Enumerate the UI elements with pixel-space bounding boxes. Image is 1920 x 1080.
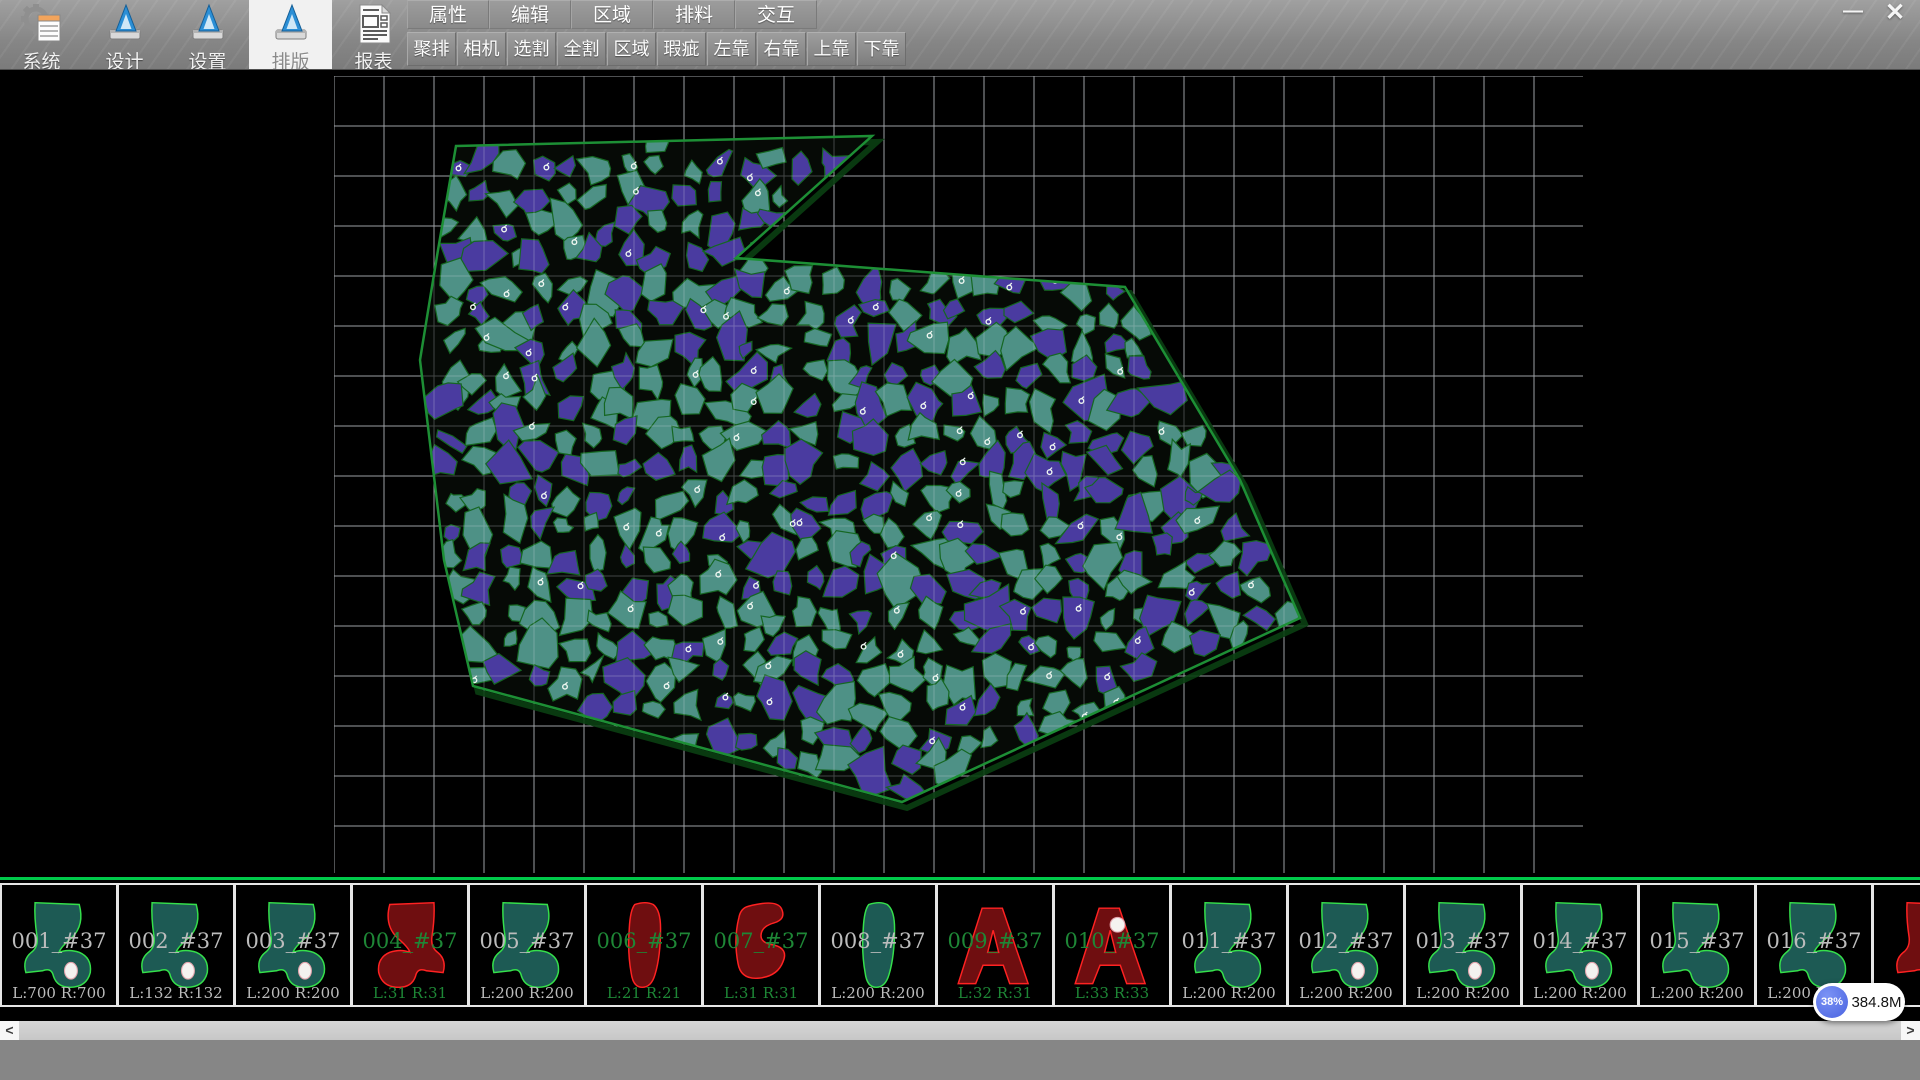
piece-thumbnail[interactable]: 004_#37 L:31 R:31 <box>351 883 469 1007</box>
horizontal-scrollbar: < > <box>0 1021 1920 1040</box>
nav-item[interactable]: 系统 <box>0 0 83 70</box>
menu-tab[interactable]: 编辑 <box>489 0 571 29</box>
piece-count-label: L:21 R:21 <box>587 984 701 1002</box>
piece-thumbnail[interactable]: 001_#37 L:700 R:700 <box>0 883 118 1007</box>
piece-count-label: L:700 R:700 <box>2 984 116 1002</box>
piece-thumbnail[interactable]: 009_#37 L:32 R:31 <box>936 883 1054 1007</box>
nesting-canvas[interactable] <box>334 76 1583 873</box>
piece-label: 014_#37 <box>1523 929 1637 953</box>
report-icon <box>352 3 396 45</box>
set-square-icon <box>186 3 230 45</box>
piece-label: 007_#37 <box>704 929 818 953</box>
scroll-right-button[interactable]: > <box>1901 1021 1920 1040</box>
thumbnail-separator-line <box>0 877 1920 880</box>
piece-label: 004_#37 <box>353 929 467 953</box>
tool-button-bar: 聚排 相机 选割 全割 区域 瑕疵 左靠 右靠 上靠 下靠 <box>407 32 907 68</box>
menu-tab[interactable]: 属性 <box>407 0 489 29</box>
piece-count-label: L:132 R:132 <box>119 984 233 1002</box>
piece-label: 008_#37 <box>821 929 935 953</box>
piece-label: 001_#37 <box>2 929 116 953</box>
piece-count-label: L:200 R:200 <box>821 984 935 1002</box>
nav-item[interactable]: 设计 <box>83 0 166 70</box>
window-bottom-edge <box>0 1040 1920 1080</box>
piece-thumbnail[interactable]: 010_#37 L:33 R:33 <box>1053 883 1171 1007</box>
piece-label: 003_#37 <box>236 929 350 953</box>
nav-item-label: 报表 <box>354 47 392 70</box>
set-square-icon <box>103 3 147 45</box>
tool-button[interactable]: 左靠 <box>707 32 756 66</box>
nav-item-label: 设置 <box>188 47 226 70</box>
piece-label: 013_#37 <box>1406 929 1520 953</box>
piece-count-label: L:33 R:33 <box>1055 984 1169 1002</box>
tool-button[interactable]: 瑕疵 <box>657 32 706 66</box>
piece-count-label: L:200 R:200 <box>1640 984 1754 1002</box>
piece-label: 002_#37 <box>119 929 233 953</box>
piece-thumbnail[interactable]: 014_#37 L:200 R:200 <box>1521 883 1639 1007</box>
piece-label: 011_#37 <box>1172 929 1286 953</box>
tool-button[interactable]: 区域 <box>607 32 656 66</box>
piece-thumbnail[interactable]: 005_#37 L:200 R:200 <box>468 883 586 1007</box>
piece-count-label: L:32 R:31 <box>938 984 1052 1002</box>
piece-label: 010_#37 <box>1055 929 1169 953</box>
tool-button[interactable]: 右靠 <box>757 32 806 66</box>
nesting-workspace[interactable] <box>0 71 1920 877</box>
piece-thumbnail[interactable]: 012_#37 L:200 R:200 <box>1287 883 1405 1007</box>
status-badge: 38% 384.8M <box>1813 983 1905 1021</box>
piece-label: 015_#37 <box>1640 929 1754 953</box>
piece-thumbnail[interactable]: 008_#37 L:200 R:200 <box>819 883 937 1007</box>
system-gear-icon <box>20 3 64 45</box>
piece-count-label: L:200 R:200 <box>236 984 350 1002</box>
scroll-left-button[interactable]: < <box>0 1021 19 1040</box>
piece-count-label: L:200 R:200 <box>470 984 584 1002</box>
window-controls: — ✕ <box>1836 1 1914 27</box>
nav-item[interactable]: 设置 <box>166 0 249 70</box>
piece-thumbnail[interactable]: 015_#37 L:200 R:200 <box>1638 883 1756 1007</box>
piece-thumbnail[interactable]: 002_#37 L:132 R:132 <box>117 883 235 1007</box>
tool-button[interactable]: 聚排 <box>407 32 456 66</box>
piece-thumbnail[interactable]: 011_#37 L:200 R:200 <box>1170 883 1288 1007</box>
set-square-icon <box>269 3 313 45</box>
piece-thumbnail[interactable]: 006_#37 L:21 R:21 <box>585 883 703 1007</box>
piece-label: 012_#37 <box>1289 929 1403 953</box>
nav-item-label: 排版 <box>271 47 309 70</box>
application-window: 系统 设计 设置 <box>0 0 1920 1080</box>
piece-count-label: L:200 R:200 <box>1406 984 1520 1002</box>
tool-button[interactable]: 选割 <box>507 32 556 66</box>
piece-thumbnail[interactable]: 013_#37 L:200 R:200 <box>1404 883 1522 1007</box>
scrollbar-track[interactable] <box>19 1021 1901 1040</box>
minimize-button[interactable]: — <box>1836 1 1870 25</box>
piece-count-label: L:31 R:31 <box>704 984 818 1002</box>
piece-label: 016_#37 <box>1757 929 1871 953</box>
titlebar: 系统 设计 设置 <box>0 0 1920 70</box>
tool-button[interactable]: 下靠 <box>857 32 906 66</box>
tool-button[interactable]: 相机 <box>457 32 506 66</box>
nav-item-label: 系统 <box>22 47 60 70</box>
piece-count-label: L:200 R:200 <box>1523 984 1637 1002</box>
piece-thumbnail[interactable]: 003_#37 L:200 R:200 <box>234 883 352 1007</box>
main-nav-toolbar: 系统 设计 设置 <box>0 0 415 70</box>
piece-label: 005_#37 <box>470 929 584 953</box>
memory-value: 384.8M <box>1848 994 1905 1011</box>
piece-label: 009_#37 <box>938 929 1052 953</box>
piece-count-label: L:200 R:200 <box>1172 984 1286 1002</box>
close-button[interactable]: ✕ <box>1876 1 1914 27</box>
menu-area: 属性 编辑 区域 排料 交互 聚排 相机 选割 全 <box>407 0 907 68</box>
nav-item[interactable]: 排版 <box>249 0 332 70</box>
menu-tab-bar: 属性 编辑 区域 排料 交互 <box>407 0 907 30</box>
nav-item-label: 设计 <box>105 47 143 70</box>
menu-tab[interactable]: 区域 <box>571 0 653 29</box>
menu-tab[interactable]: 交互 <box>735 0 817 29</box>
progress-circle: 38% <box>1816 986 1848 1018</box>
piece-thumbnail[interactable]: 007_#37 L:31 R:31 <box>702 883 820 1007</box>
nav-item[interactable]: 报表 <box>332 0 415 70</box>
piece-label: 006_#37 <box>587 929 701 953</box>
piece-count-label: L:200 R:200 <box>1289 984 1403 1002</box>
tool-button[interactable]: 全割 <box>557 32 606 66</box>
tool-button[interactable]: 上靠 <box>807 32 856 66</box>
menu-tab[interactable]: 排料 <box>653 0 735 29</box>
piece-thumbnail-strip: 001_#37 L:700 R:700 002_#37 L:132 R:132 … <box>0 883 1920 1008</box>
piece-count-label: L:31 R:31 <box>353 984 467 1002</box>
